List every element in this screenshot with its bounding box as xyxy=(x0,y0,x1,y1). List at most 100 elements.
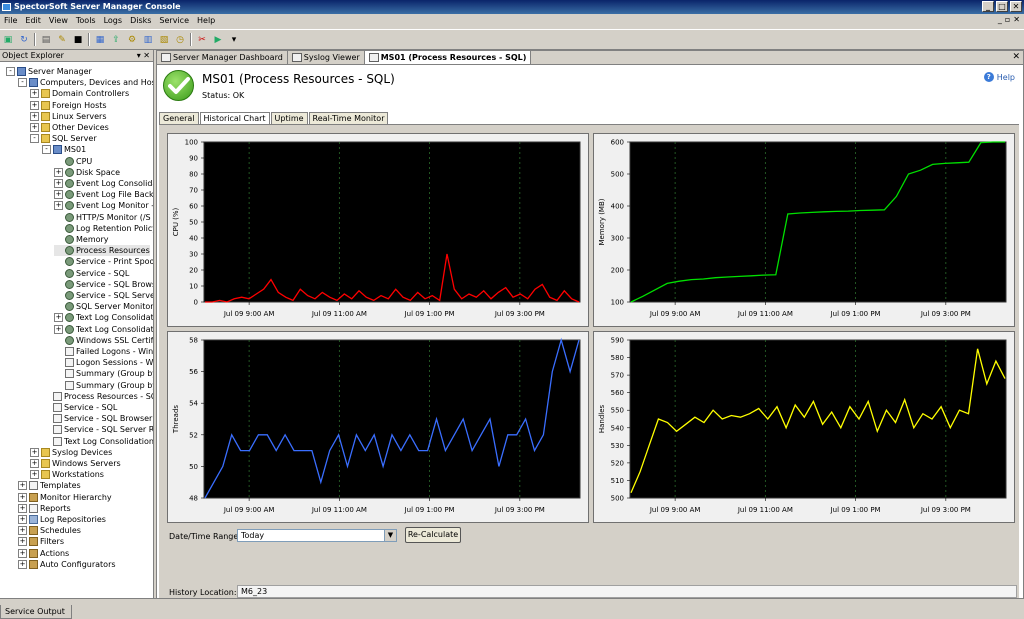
tree-item[interactable]: HTTP/S Monitor (/S xyxy=(54,212,151,223)
menu-disks[interactable]: Disks xyxy=(126,14,155,28)
monitor-icon[interactable]: ⚙ xyxy=(126,34,138,46)
tree-item[interactable]: Service - SQL Serve xyxy=(54,290,153,301)
recalculate-button[interactable]: Re-Calculate xyxy=(405,527,461,543)
expand-icon[interactable]: + xyxy=(30,447,39,457)
menu-edit[interactable]: Edit xyxy=(21,14,45,28)
tree-item[interactable]: + Text Log Consolidatio xyxy=(54,312,153,323)
tab-process-resources[interactable]: MS01 (Process Resources - SQL) xyxy=(364,51,532,64)
tree-item[interactable]: Failed Logons - Wind xyxy=(54,346,153,357)
tree-item[interactable]: Summary (Group by xyxy=(54,368,153,379)
run-icon[interactable]: ▶ xyxy=(212,34,224,46)
tree-item[interactable]: Service - SQL Server Re xyxy=(42,424,153,435)
expand-icon[interactable]: + xyxy=(18,526,27,536)
edit-icon[interactable]: ✎ xyxy=(56,34,68,46)
collapse-icon[interactable]: - xyxy=(30,134,39,144)
tree-item[interactable]: CPU xyxy=(54,156,92,167)
tree-item[interactable]: Logon Sessions - Wi xyxy=(54,357,153,368)
expand-icon[interactable]: + xyxy=(18,503,27,513)
tree-item[interactable]: + Schedules xyxy=(18,525,81,536)
tree-item[interactable]: + Templates xyxy=(18,480,81,491)
expand-icon[interactable]: + xyxy=(30,89,39,99)
expand-icon[interactable]: + xyxy=(54,179,63,188)
expand-icon[interactable]: + xyxy=(18,537,27,547)
refresh-icon[interactable]: ↻ xyxy=(18,34,30,46)
tree-item[interactable]: SQL Server Monitor xyxy=(54,301,153,312)
tools-icon[interactable]: ✂ xyxy=(196,34,208,46)
tree-item[interactable]: + Reports xyxy=(18,503,71,514)
mdi-minimize-icon[interactable]: _ xyxy=(998,15,1002,24)
tree-item[interactable]: Text Log Consolidation - xyxy=(42,436,153,447)
tree-item[interactable]: + Event Log Consolidat xyxy=(54,178,153,189)
expand-icon[interactable]: + xyxy=(18,515,27,524)
tree-item[interactable]: Service - SQL Browser xyxy=(42,413,152,424)
expand-icon[interactable]: + xyxy=(18,548,27,558)
expand-icon[interactable]: + xyxy=(54,313,63,323)
tab-general[interactable]: General xyxy=(159,112,199,124)
expand-icon[interactable]: + xyxy=(18,559,27,569)
tree-item[interactable]: Log Retention Policy xyxy=(54,223,153,234)
menu-file[interactable]: File xyxy=(0,14,21,28)
tree-item[interactable]: - MS01 xyxy=(42,144,86,155)
tree-item[interactable]: + Event Log File Back xyxy=(54,189,153,200)
tree-item[interactable]: + Windows Servers xyxy=(30,458,121,469)
tree-item[interactable]: + Linux Servers xyxy=(30,111,107,122)
collapse-icon[interactable]: - xyxy=(6,67,15,76)
mdi-restore-icon[interactable]: ▫ xyxy=(1005,15,1010,24)
tree-item[interactable]: + Domain Controllers xyxy=(30,88,129,99)
help-link[interactable]: ? Help xyxy=(983,72,1015,82)
tree-item[interactable]: Service - SQL xyxy=(42,402,117,413)
log-icon[interactable]: ▧ xyxy=(158,34,170,46)
tab-historical-chart[interactable]: Historical Chart xyxy=(199,112,270,124)
tree-item[interactable]: Process Resources - SQL xyxy=(42,391,153,402)
tree-item[interactable]: - Server Manager xyxy=(6,66,92,77)
close-tab-icon[interactable]: ✕ xyxy=(1012,51,1020,64)
expand-icon[interactable]: + xyxy=(30,459,39,468)
minimize-button[interactable]: _ xyxy=(982,1,994,12)
expand-icon[interactable]: + xyxy=(54,190,63,200)
tree-item[interactable]: Memory xyxy=(54,234,109,245)
server-icon[interactable]: ▦ xyxy=(94,34,106,46)
menu-help[interactable]: Help xyxy=(193,14,219,28)
tab-uptime[interactable]: Uptime xyxy=(270,112,308,124)
tree-item[interactable]: + Workstations xyxy=(30,469,104,480)
mdi-close-icon[interactable]: ✕ xyxy=(1013,15,1020,24)
tree-item[interactable]: + Event Log Monitor - xyxy=(54,200,153,211)
new-icon[interactable]: ▤ xyxy=(40,34,52,46)
expand-icon[interactable]: + xyxy=(18,492,27,502)
close-button[interactable]: ✕ xyxy=(1010,1,1022,12)
tree-item[interactable]: + Syslog Devices xyxy=(30,447,112,458)
tree-item[interactable]: + Actions xyxy=(18,548,69,559)
tab-dashboard[interactable]: Server Manager Dashboard xyxy=(157,51,288,64)
expand-icon[interactable]: + xyxy=(30,470,39,480)
tree-item[interactable]: - SQL Server xyxy=(30,133,97,144)
tree-item[interactable]: Service - Print Spool xyxy=(54,256,153,267)
service-output-tab[interactable]: Service Output xyxy=(0,605,72,619)
export-icon[interactable]: ⇪ xyxy=(110,34,122,46)
menu-logs[interactable]: Logs xyxy=(100,14,126,28)
tree-item[interactable]: + Other Devices xyxy=(30,122,109,133)
tree-item[interactable]: + Log Repositories xyxy=(18,514,106,525)
connect-icon[interactable]: ▣ xyxy=(2,34,14,46)
tree-item[interactable]: + Auto Configurators xyxy=(18,559,116,570)
range-select[interactable]: Today ▼ xyxy=(237,529,397,542)
chevron-down-icon[interactable]: ▼ xyxy=(384,530,396,541)
tab-real-time-monitor[interactable]: Real-Time Monitor xyxy=(308,112,389,124)
tree-item[interactable]: + Filters xyxy=(18,536,64,547)
expand-icon[interactable]: + xyxy=(30,123,39,132)
menu-tools[interactable]: Tools xyxy=(72,14,100,28)
tree-item[interactable]: + Monitor Hierarchy xyxy=(18,492,112,503)
collapse-icon[interactable]: - xyxy=(18,78,27,88)
tree-item[interactable]: Service - SQL xyxy=(54,268,129,279)
report-icon[interactable]: ▥ xyxy=(142,34,154,46)
expand-icon[interactable]: + xyxy=(30,111,39,121)
pin-close-icons[interactable]: ▾ ✕ xyxy=(137,50,150,61)
expand-icon[interactable]: + xyxy=(30,100,39,110)
tree-item[interactable]: + Foreign Hosts xyxy=(30,100,107,111)
expand-icon[interactable]: + xyxy=(54,324,63,334)
tree-item[interactable]: - Computers, Devices and Hosts xyxy=(18,77,153,88)
console-icon[interactable]: ■ xyxy=(72,34,84,46)
collapse-icon[interactable]: - xyxy=(42,145,51,155)
tree-item[interactable]: Process Resources xyxy=(54,245,150,257)
tree-item[interactable]: Summary (Group by xyxy=(54,380,153,391)
tree-item[interactable]: + Disk Space xyxy=(54,167,120,178)
